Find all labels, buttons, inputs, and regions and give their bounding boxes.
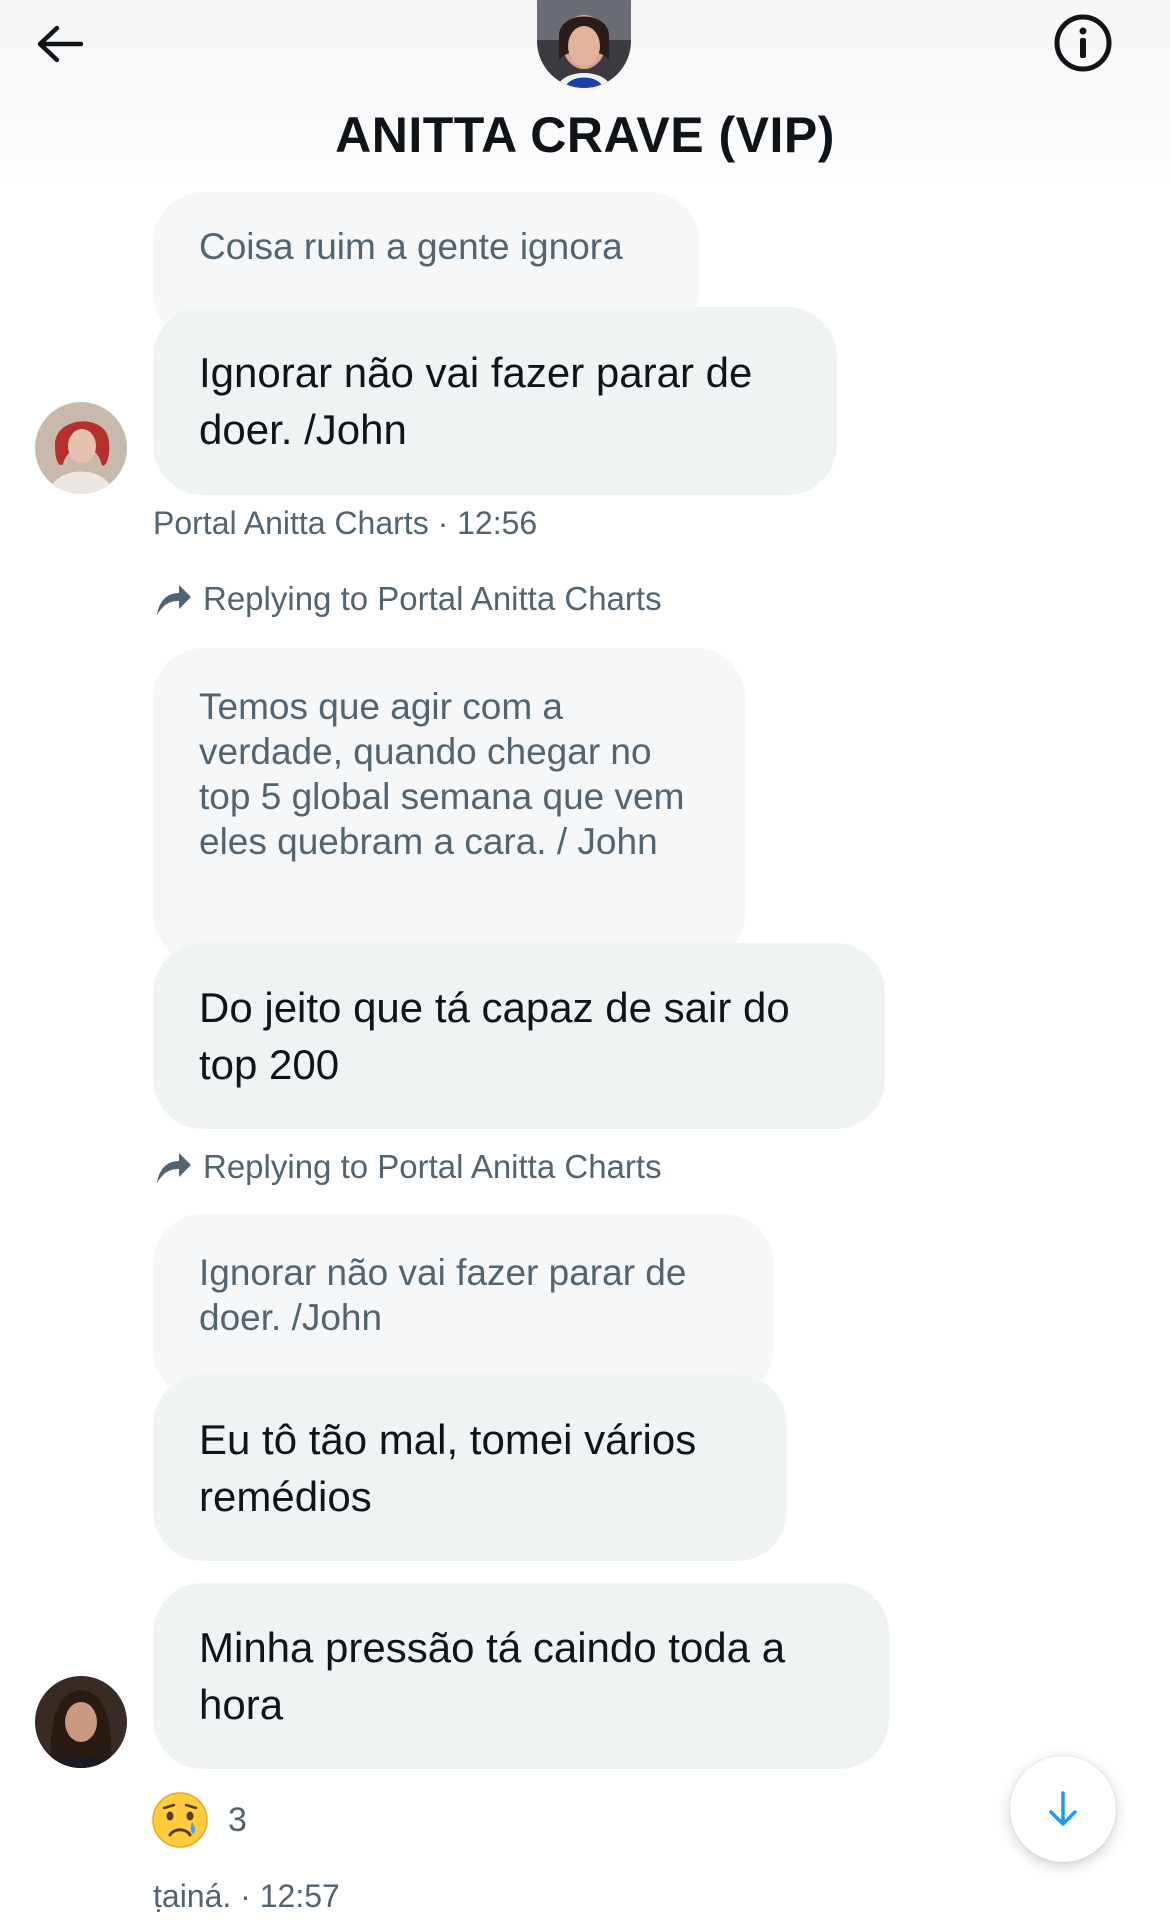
reply-context-label: Replying to Portal Anitta Charts	[203, 1148, 662, 1185]
info-button[interactable]	[1050, 10, 1116, 76]
info-circle-icon	[1054, 14, 1112, 72]
arrow-down-icon	[1049, 1791, 1077, 1826]
scroll-to-bottom-button[interactable]	[1010, 1756, 1116, 1862]
quoted-message[interactable]: Temos que agir com a verdade, quando che…	[153, 648, 745, 964]
reply-context[interactable]: Replying to Portal Anitta Charts	[155, 1148, 662, 1186]
message-text: Do jeito que tá capaz de sair do top 200	[199, 984, 790, 1088]
quoted-message[interactable]: Ignorar não vai fazer parar de doer. /Jo…	[153, 1214, 773, 1400]
message-bubble[interactable]: Eu tô tão mal, tomei vários remédios	[153, 1375, 787, 1561]
reply-arrow-icon	[157, 1153, 191, 1183]
arrow-left-icon	[37, 25, 84, 63]
reply-context[interactable]: Replying to Portal Anitta Charts	[155, 580, 662, 618]
back-button[interactable]	[28, 16, 92, 72]
message-bubble[interactable]: Do jeito que tá capaz de sair do top 200	[153, 943, 885, 1129]
message-reaction[interactable]: 3	[150, 1790, 247, 1850]
message-meta: ṭainá. · 12:57	[153, 1878, 340, 1914]
quoted-message-text: Ignorar não vai fazer parar de doer. /Jo…	[199, 1252, 687, 1338]
sender-avatar[interactable]	[35, 402, 127, 494]
message-bubble[interactable]: Ignorar não vai fazer parar de doer. /Jo…	[153, 307, 837, 495]
reply-context-label: Replying to Portal Anitta Charts	[203, 580, 662, 617]
crying-face-icon	[152, 1792, 208, 1848]
reply-arrow-icon	[157, 585, 191, 615]
quoted-message-text: Coisa ruim a gente ignora	[199, 226, 623, 267]
sender-avatar[interactable]	[35, 1676, 127, 1768]
message-text: Ignorar não vai fazer parar de doer. /Jo…	[199, 349, 753, 453]
message-meta: Portal Anitta Charts · 12:56	[153, 505, 538, 541]
conversation-title: ANITTA CRAVE (VIP)	[335, 107, 835, 163]
message-text: Eu tô tão mal, tomei vários remédios	[199, 1416, 697, 1520]
message-text: Minha pressão tá caindo toda a hora	[199, 1624, 786, 1728]
reaction-count: 3	[228, 1800, 247, 1839]
message-bubble[interactable]: Minha pressão tá caindo toda a hora	[153, 1583, 889, 1769]
quoted-message-text: Temos que agir com a verdade, quando che…	[199, 686, 685, 862]
